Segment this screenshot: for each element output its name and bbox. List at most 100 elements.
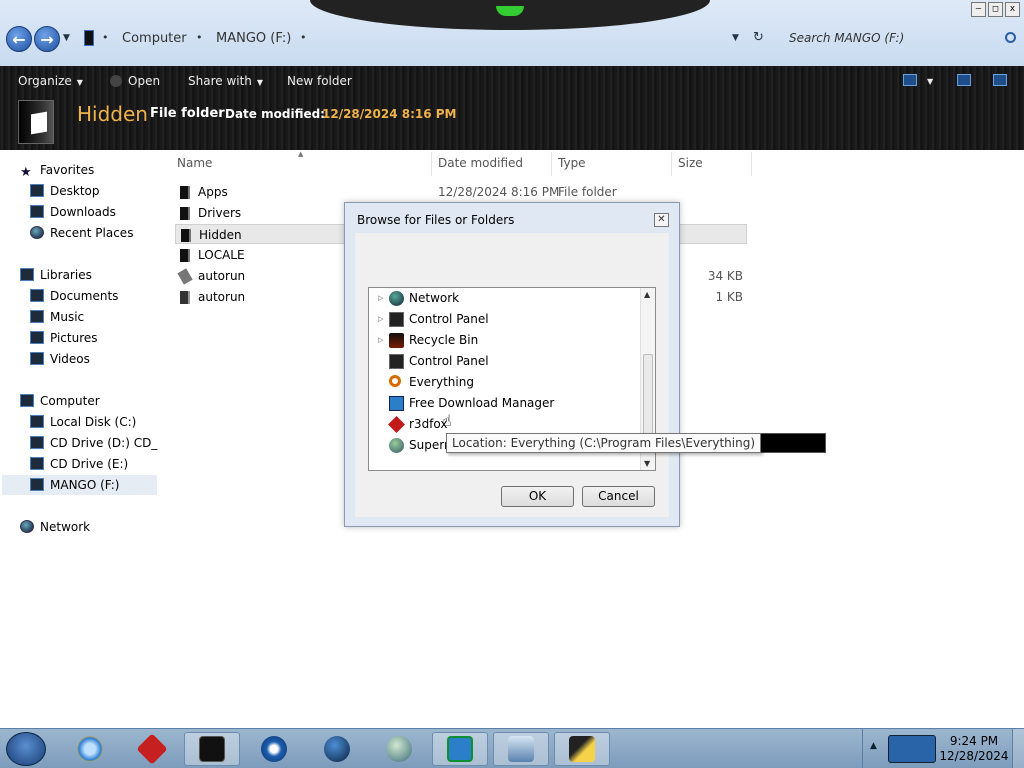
internet-explorer-icon (77, 736, 103, 762)
organize-button[interactable]: Organize ▼ (18, 74, 83, 88)
breadcrumb-separator[interactable]: • (196, 31, 203, 44)
breadcrumb-separator[interactable]: • (102, 31, 109, 44)
file-date: 12/28/2024 8:16 PM (438, 185, 560, 199)
expand-arrow-icon[interactable]: ▷ (378, 309, 383, 330)
column-divider[interactable] (551, 152, 552, 176)
scroll-thumb[interactable] (643, 354, 653, 440)
column-divider[interactable] (671, 152, 672, 176)
open-button[interactable]: Open (110, 74, 160, 88)
refresh-icon[interactable]: ↻ (753, 30, 764, 45)
start-button[interactable] (6, 732, 46, 766)
minimize-button[interactable]: – (971, 2, 986, 17)
column-divider[interactable] (431, 152, 432, 176)
taskbar-globe[interactable] (309, 732, 365, 766)
breadcrumb-separator[interactable]: • (300, 31, 307, 44)
control-panel-icon (389, 354, 404, 369)
view-dropdown[interactable]: ▼ (927, 77, 933, 86)
dialog-close-button[interactable]: ✕ (654, 213, 669, 227)
computer-icon (20, 394, 34, 407)
tree-item-label: Network (409, 291, 460, 305)
nav-label: Network (40, 520, 91, 534)
nav-videos[interactable]: Videos (30, 349, 90, 369)
taskbar-r3dfox[interactable] (124, 732, 180, 766)
nav-cd-drive-e[interactable]: CD Drive (E:) (30, 454, 128, 474)
tray-app-icon[interactable] (888, 735, 936, 763)
breadcrumb-mango[interactable]: MANGO (F:) (216, 31, 291, 46)
file-row[interactable]: Apps 12/28/2024 8:16 PM File folder (175, 182, 747, 202)
change-view-icon[interactable] (903, 74, 917, 86)
cd-drive-icon (30, 436, 44, 449)
show-desktop-button[interactable] (1012, 729, 1024, 768)
preview-pane-icon[interactable] (957, 74, 971, 86)
expand-arrow-icon[interactable]: ▷ (378, 288, 383, 309)
taskbar-fdm[interactable] (432, 732, 488, 766)
search-input[interactable]: Search MANGO (F:) (783, 28, 1021, 50)
taskbar-media-player[interactable] (246, 732, 302, 766)
nav-label: Local Disk (C:) (50, 415, 137, 429)
nav-cd-drive-d[interactable]: CD Drive (D:) CD_RC (30, 433, 158, 453)
nav-mango[interactable]: MANGO (F:) (2, 475, 157, 495)
show-hidden-icons-icon[interactable]: ▲ (870, 741, 877, 751)
scroll-down-icon[interactable]: ▼ (644, 459, 650, 468)
documents-icon (30, 289, 44, 302)
nav-pictures[interactable]: Pictures (30, 328, 98, 348)
r3dfox-icon (136, 733, 168, 765)
nav-label: Recent Places (50, 226, 134, 240)
taskbar-wand[interactable] (554, 732, 610, 766)
nav-label: Documents (50, 289, 119, 303)
nav-recent-places[interactable]: Recent Places (30, 223, 133, 243)
expand-arrow-icon[interactable]: ▷ (378, 330, 383, 351)
ok-button[interactable]: OK (501, 486, 574, 507)
close-window-button[interactable]: x (1005, 2, 1020, 17)
share-with-button[interactable]: Share with ▼ (188, 74, 263, 88)
tree-item-label: Control Panel (409, 354, 489, 368)
column-header-name[interactable]: Name (177, 156, 212, 170)
tree-item-label: Control Panel (409, 312, 489, 326)
maximize-button[interactable]: □ (988, 2, 1003, 17)
r3dfox-icon (388, 416, 405, 433)
details-date-label: Date modified: (225, 107, 325, 121)
nav-local-disk[interactable]: Local Disk (C:) (30, 412, 136, 432)
nav-computer[interactable]: Computer (20, 391, 100, 411)
column-divider[interactable] (751, 152, 752, 176)
back-button[interactable]: ← (6, 26, 32, 52)
scroll-up-icon[interactable]: ▲ (644, 290, 650, 299)
help-icon[interactable] (993, 74, 1007, 86)
column-header-size[interactable]: Size (678, 156, 703, 170)
search-icon[interactable] (1005, 32, 1016, 43)
breadcrumb-computer[interactable]: Computer (122, 31, 187, 46)
nav-documents[interactable]: Documents (30, 286, 118, 306)
taskbar-supermium[interactable] (371, 732, 427, 766)
column-header-type[interactable]: Type (558, 156, 586, 170)
nav-desktop[interactable]: Desktop (30, 181, 100, 201)
file-name: Drivers (198, 206, 242, 220)
nav-music[interactable]: Music (30, 307, 84, 327)
column-header-date[interactable]: Date modified (438, 156, 523, 170)
hard-disk-icon (30, 415, 44, 428)
location-tooltip: Location: Everything (C:\Program Files\E… (446, 433, 762, 453)
file-name: LOCALE (198, 248, 245, 262)
pictures-icon (30, 331, 44, 344)
setup-info-icon (177, 268, 193, 285)
taskbar-explorer[interactable] (184, 732, 240, 766)
taskbar-network-setup[interactable] (493, 732, 549, 766)
recycle-bin-icon (389, 333, 404, 348)
nav-favorites[interactable]: ★ Favorites (20, 160, 94, 180)
details-title: Hidden (77, 102, 148, 126)
new-folder-button[interactable]: New folder (287, 74, 352, 88)
libraries-icon (20, 268, 34, 281)
address-dropdown[interactable]: ▼ (732, 33, 739, 43)
file-name: Hidden (199, 228, 242, 242)
nav-label: Pictures (50, 331, 98, 345)
nav-downloads[interactable]: Downloads (30, 202, 116, 222)
forward-button[interactable]: → (34, 26, 60, 52)
clock[interactable]: 9:24 PM 12/28/2024 (938, 734, 1010, 764)
nav-network[interactable]: Network (20, 517, 90, 537)
file-name: autorun (198, 269, 246, 283)
cancel-button[interactable]: Cancel (582, 486, 655, 507)
recent-pages-dropdown[interactable]: ▼ (63, 33, 70, 43)
share-with-label: Share with (188, 74, 252, 88)
organize-label: Organize (18, 74, 72, 88)
taskbar-ie[interactable] (62, 732, 118, 766)
nav-libraries[interactable]: Libraries (20, 265, 92, 285)
